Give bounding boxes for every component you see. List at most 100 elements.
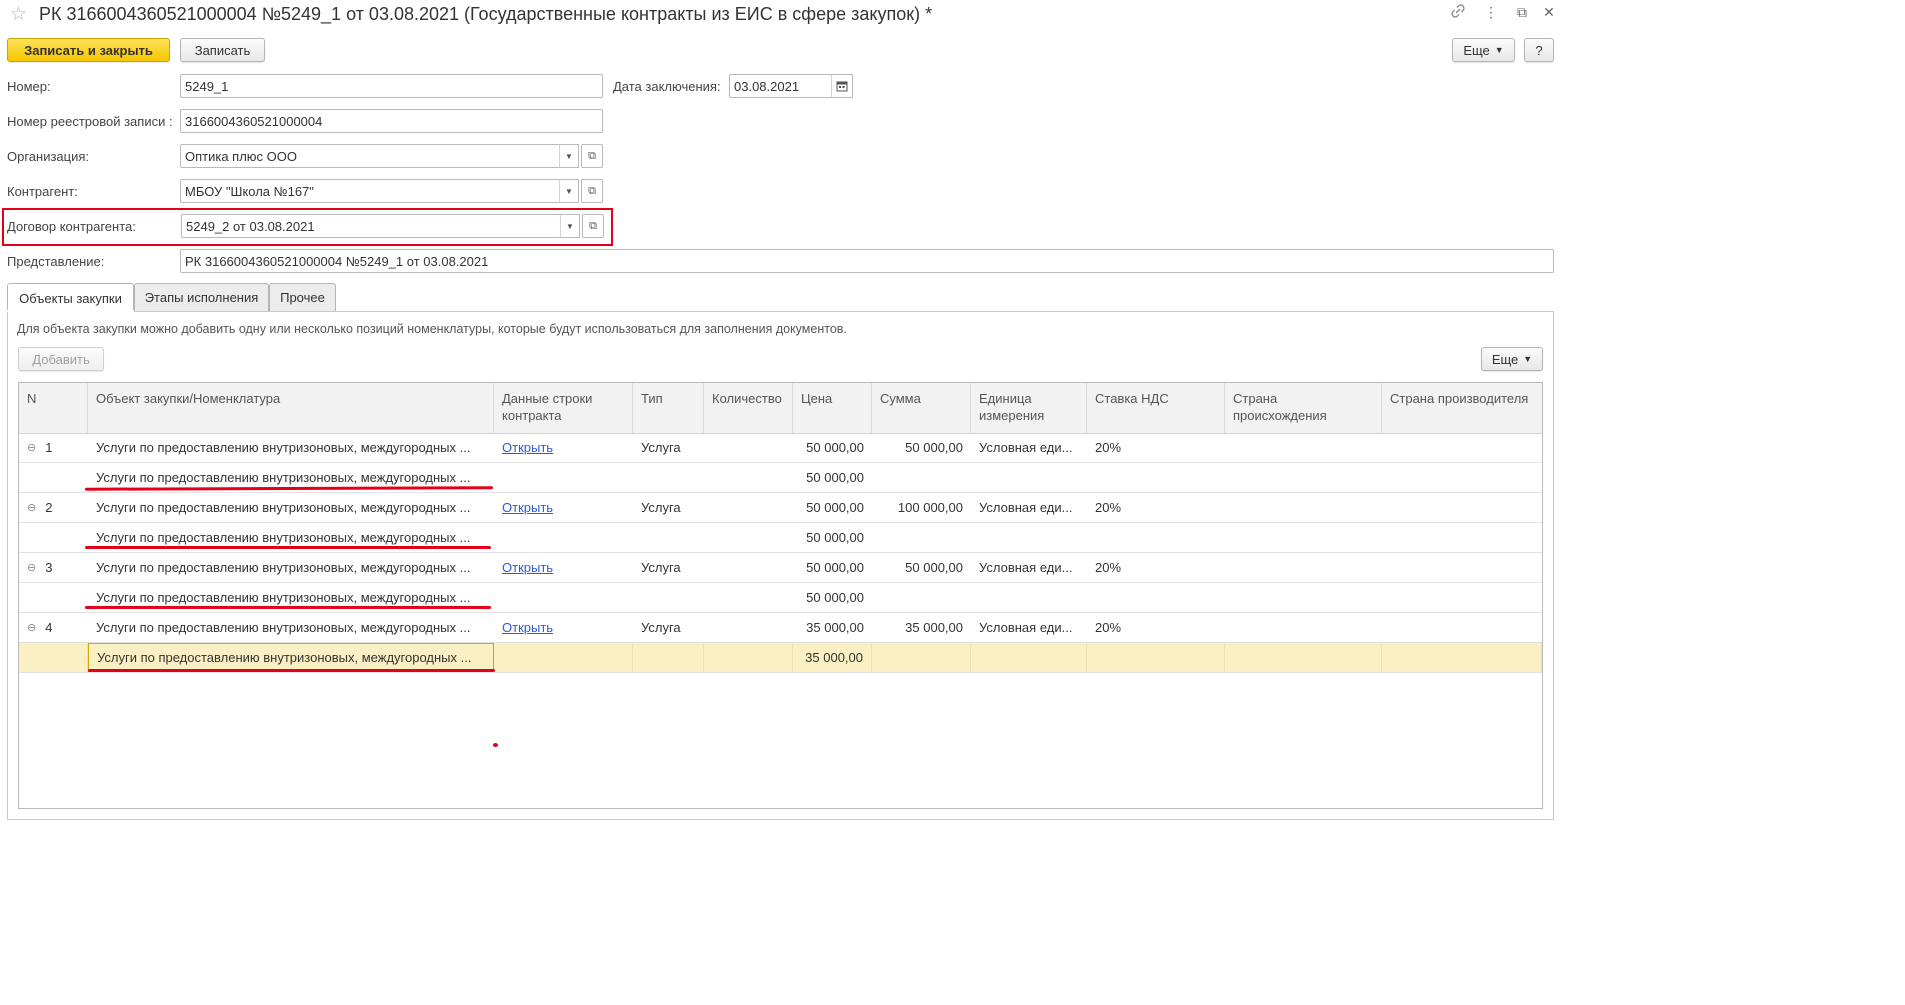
header-type[interactable]: Тип: [633, 383, 704, 433]
cell-country-maker[interactable]: [1382, 463, 1542, 492]
chevron-down-icon[interactable]: ▼: [560, 214, 580, 238]
cell-vat[interactable]: [1087, 463, 1225, 492]
cell-type[interactable]: [633, 583, 704, 612]
cell-object[interactable]: Услуги по предоставлению внутризоновых, …: [88, 553, 494, 582]
number-field[interactable]: 5249_1: [180, 74, 603, 98]
cell-n[interactable]: [19, 643, 88, 672]
save-button[interactable]: Записать: [180, 38, 265, 62]
close-icon[interactable]: ✕: [1540, 4, 1558, 21]
organization-field[interactable]: Оптика плюс ООО: [180, 144, 560, 168]
collapse-icon[interactable]: ⊖: [27, 441, 36, 454]
header-country-maker[interactable]: Страна производителя: [1382, 383, 1542, 433]
header-contract-data[interactable]: Данные строки контракта: [494, 383, 633, 433]
cell-sum[interactable]: 50 000,00: [872, 553, 971, 582]
contractor-contract-field[interactable]: 5249_2 от 03.08.2021: [181, 214, 561, 238]
purchase-objects-table[interactable]: N Объект закупки/Номенклатура Данные стр…: [18, 382, 1543, 809]
help-button[interactable]: ?: [1524, 38, 1554, 62]
collapse-icon[interactable]: ⊖: [27, 501, 36, 514]
cell-vat[interactable]: [1087, 523, 1225, 552]
menu-dots-icon[interactable]: ⋮: [1482, 4, 1500, 21]
header-price[interactable]: Цена: [793, 383, 872, 433]
cell-country-maker[interactable]: [1382, 433, 1542, 462]
cell-data[interactable]: Открыть: [494, 553, 633, 582]
header-object[interactable]: Объект закупки/Номенклатура: [88, 383, 494, 433]
cell-country-maker[interactable]: [1382, 583, 1542, 612]
cell-sum[interactable]: [872, 583, 971, 612]
cell-qty[interactable]: [704, 613, 793, 642]
tab-execution-stages[interactable]: Этапы исполнения: [134, 283, 269, 311]
cell-sum[interactable]: [872, 463, 971, 492]
cell-sum[interactable]: 50 000,00: [872, 433, 971, 462]
save-and-close-button[interactable]: Записать и закрыть: [7, 38, 170, 62]
tab-purchase-objects[interactable]: Объекты закупки: [7, 283, 134, 312]
cell-unit[interactable]: [971, 463, 1087, 492]
cell-object[interactable]: Услуги по предоставлению внутризоновых, …: [88, 613, 494, 642]
cell-price[interactable]: 50 000,00: [793, 493, 872, 522]
restore-window-icon[interactable]: ⧉: [1513, 4, 1531, 21]
cell-data[interactable]: Открыть: [494, 433, 633, 462]
cell-country-maker[interactable]: [1382, 523, 1542, 552]
cell-unit[interactable]: Условная еди...: [971, 613, 1087, 642]
presentation-field[interactable]: РК 3166004360521000004 №5249_1 от 03.08.…: [180, 249, 1554, 273]
chevron-down-icon[interactable]: ▼: [559, 179, 579, 203]
cell-data[interactable]: Открыть: [494, 613, 633, 642]
cell-vat[interactable]: [1087, 643, 1225, 672]
open-contract-icon[interactable]: ⧉: [582, 214, 604, 238]
cell-country-origin[interactable]: [1225, 433, 1382, 462]
cell-country-maker[interactable]: [1382, 553, 1542, 582]
cell-price[interactable]: 50 000,00: [793, 583, 872, 612]
link-icon[interactable]: [1449, 4, 1467, 21]
cell-country-origin[interactable]: [1225, 643, 1382, 672]
open-link[interactable]: Открыть: [502, 440, 553, 455]
cell-object[interactable]: Услуги по предоставлению внутризоновых, …: [88, 433, 494, 462]
cell-qty[interactable]: [704, 433, 793, 462]
cell-qty[interactable]: [704, 643, 793, 672]
cell-type[interactable]: Услуга: [633, 613, 704, 642]
cell-type[interactable]: [633, 523, 704, 552]
cell-type[interactable]: [633, 463, 704, 492]
cell-price[interactable]: 35 000,00: [793, 613, 872, 642]
collapse-icon[interactable]: ⊖: [27, 621, 36, 634]
table-more-button[interactable]: Еще ▼: [1481, 347, 1543, 371]
cell-type[interactable]: Услуга: [633, 493, 704, 522]
cell-n[interactable]: [19, 523, 88, 552]
cell-country-origin[interactable]: [1225, 493, 1382, 522]
header-quantity[interactable]: Количество: [704, 383, 793, 433]
header-vat[interactable]: Ставка НДС: [1087, 383, 1225, 433]
open-contractor-icon[interactable]: ⧉: [581, 179, 603, 203]
cell-vat[interactable]: 20%: [1087, 613, 1225, 642]
chevron-down-icon[interactable]: ▼: [559, 144, 579, 168]
cell-n[interactable]: [19, 583, 88, 612]
cell-qty[interactable]: [704, 553, 793, 582]
cell-country-origin[interactable]: [1225, 583, 1382, 612]
cell-n[interactable]: ⊖ 4: [19, 613, 88, 642]
cell-qty[interactable]: [704, 493, 793, 522]
cell-country-origin[interactable]: [1225, 523, 1382, 552]
cell-price[interactable]: 35 000,00: [793, 643, 872, 672]
cell-country-origin[interactable]: [1225, 553, 1382, 582]
table-row[interactable]: ⊖ 2 Услуги по предоставлению внутризоновых…: [19, 493, 1542, 523]
cell-sum[interactable]: [872, 523, 971, 552]
cell-vat[interactable]: [1087, 583, 1225, 612]
calendar-icon[interactable]: [831, 74, 853, 98]
cell-data[interactable]: [494, 643, 633, 672]
cell-vat[interactable]: 20%: [1087, 553, 1225, 582]
cell-qty[interactable]: [704, 523, 793, 552]
cell-sum[interactable]: 35 000,00: [872, 613, 971, 642]
date-field[interactable]: 03.08.2021: [729, 74, 832, 98]
cell-type[interactable]: Услуга: [633, 553, 704, 582]
open-link[interactable]: Открыть: [502, 560, 553, 575]
favorite-star-icon[interactable]: ☆: [10, 3, 27, 26]
cell-object[interactable]: Услуги по предоставлению внутризоновых, …: [88, 643, 494, 672]
open-organization-icon[interactable]: ⧉: [581, 144, 603, 168]
cell-unit[interactable]: Условная еди...: [971, 553, 1087, 582]
table-row[interactable]: ⊖ 3 Услуги по предоставлению внутризоновых…: [19, 553, 1542, 583]
cell-data[interactable]: [494, 583, 633, 612]
cell-price[interactable]: 50 000,00: [793, 523, 872, 552]
cell-unit[interactable]: [971, 583, 1087, 612]
registry-number-field[interactable]: 3166004360521000004: [180, 109, 603, 133]
cell-country-maker[interactable]: [1382, 493, 1542, 522]
cell-data[interactable]: [494, 523, 633, 552]
collapse-icon[interactable]: ⊖: [27, 561, 36, 574]
cell-type[interactable]: Услуга: [633, 433, 704, 462]
